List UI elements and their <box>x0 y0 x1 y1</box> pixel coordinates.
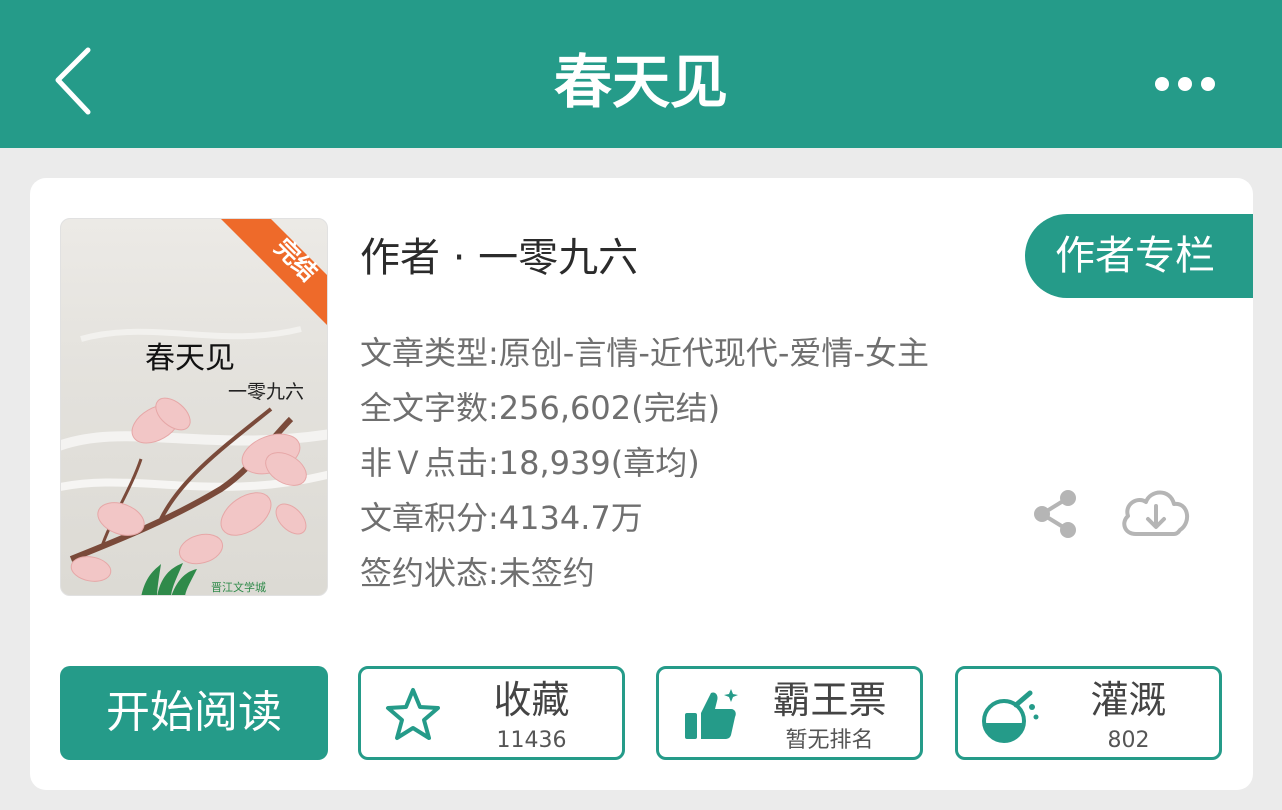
more-button[interactable] <box>1150 62 1220 106</box>
top-nav-bar: 春天见 <box>0 0 1282 148</box>
cover-author: 一零九六 <box>228 381 305 403</box>
share-icon <box>1034 490 1076 538</box>
start-reading-button[interactable]: 开始阅读 <box>60 666 328 760</box>
star-icon <box>386 688 440 740</box>
thumbs-up-icon <box>685 689 738 739</box>
meta-word-count: 全文字数:256,602(完结) <box>360 389 721 427</box>
cover-publisher-logo: 晋江文学城 <box>211 580 266 594</box>
favorite-label: 收藏 <box>493 678 570 722</box>
water-button[interactable]: 灌溉 802 <box>955 666 1222 760</box>
author-name[interactable]: 作者 · 一零九六 <box>360 230 638 286</box>
favorite-button[interactable]: 收藏 11436 <box>358 666 625 760</box>
cover-title: 春天见 <box>145 341 235 376</box>
meta-score: 文章积分:4134.7万 <box>360 499 643 537</box>
book-info-card: 完结 晋江文学城 春天见 一零九六 作者 · 一零九六 作者专栏 文章类型:原创… <box>30 178 1253 790</box>
water-count: 802 <box>1107 728 1150 753</box>
favorite-count: 11436 <box>496 728 567 753</box>
book-meta: 文章类型:原创-言情-近代现代-爱情-女主 全文字数:256,602(完结) 非… <box>360 326 929 601</box>
meta-contract: 签约状态:未签约 <box>360 554 595 592</box>
vote-button[interactable]: 霸王票 暂无排名 <box>656 666 923 760</box>
share-button[interactable] <box>1030 488 1082 540</box>
cover-illustration: 完结 晋江文学城 <box>61 219 327 595</box>
vote-label: 霸王票 <box>772 678 887 722</box>
download-button[interactable] <box>1118 484 1194 544</box>
meta-clicks: 非Ｖ点击:18,939(章均) <box>360 444 700 482</box>
page-title: 春天见 <box>553 48 728 116</box>
back-button[interactable] <box>40 40 110 120</box>
back-chevron-icon <box>55 47 91 115</box>
author-column-button[interactable]: 作者专栏 <box>1025 214 1253 298</box>
more-dots-icon <box>1155 77 1215 91</box>
book-cover[interactable]: 完结 晋江文学城 春天见 一零九六 <box>60 218 328 596</box>
watering-flask-icon <box>982 690 1039 743</box>
meta-genre: 文章类型:原创-言情-近代现代-爱情-女主 <box>360 334 929 372</box>
cloud-download-icon <box>1122 490 1190 536</box>
water-label: 灌溉 <box>1090 678 1167 722</box>
vote-rank: 暂无排名 <box>785 728 874 753</box>
